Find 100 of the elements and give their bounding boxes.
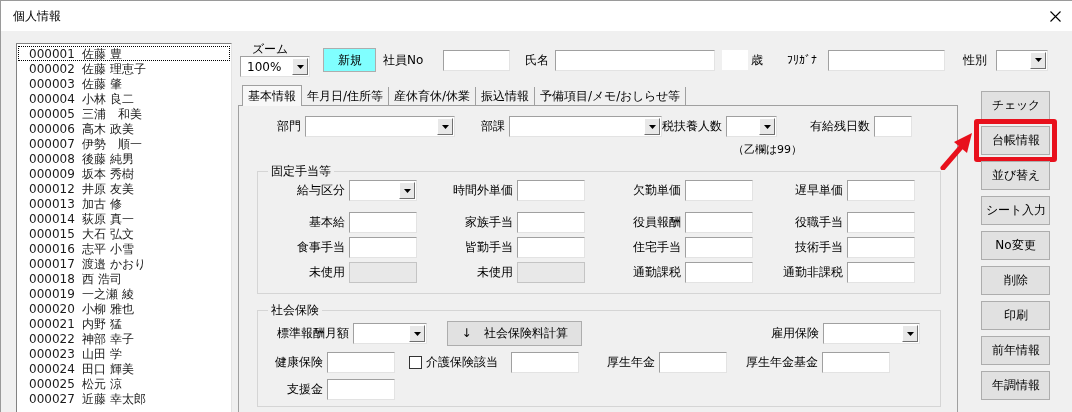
text-field[interactable] (847, 262, 915, 283)
list-item[interactable]: 000006 高木 政美 (18, 121, 230, 136)
side-button[interactable]: 年調情報 (981, 371, 1050, 400)
list-item[interactable]: 000009 坂本 秀樹 (18, 166, 230, 181)
list-item[interactable]: 000020 小柳 雅也 (18, 301, 230, 316)
field-label: 遅早単価 (794, 182, 844, 199)
field-label: 時間外単価 (452, 182, 514, 199)
new-button[interactable]: 新規 (323, 48, 376, 72)
field-label: 家族手当 (464, 214, 514, 231)
field-label: ﾌﾘｶﾞﾅ (787, 53, 818, 67)
text-field[interactable] (555, 49, 715, 71)
list-item[interactable]: 000016 志平 小雪 (18, 241, 230, 256)
text-field[interactable] (349, 237, 417, 258)
field-label: 部門 (276, 118, 302, 135)
side-button[interactable]: 前年情報 (981, 336, 1050, 365)
side-button[interactable]: 印刷 (981, 301, 1050, 330)
field-label: 技術手当 (794, 239, 844, 256)
calculate-button[interactable]: ↓ 社会保険料計算 (447, 321, 582, 346)
tab[interactable]: 基本情報 (242, 85, 302, 106)
field-label: 性別 (963, 51, 988, 69)
text-field[interactable] (517, 212, 585, 233)
field-label: 欠勤単価 (632, 182, 682, 199)
list-item[interactable]: 000013 加古 修 (18, 196, 230, 211)
side-button[interactable]: 削除 (981, 266, 1050, 295)
list-item[interactable]: 000022 神部 幸子 (18, 331, 230, 346)
field-label: 歳 (751, 51, 763, 69)
list-item[interactable]: 000015 大石 弘文 (18, 226, 230, 241)
field-label: 通勤課税 (632, 264, 682, 281)
list-item[interactable]: 000019 一之瀬 綾 (18, 286, 230, 301)
caret-icon (413, 331, 421, 336)
list-item[interactable]: 000018 西 浩司 (18, 271, 230, 286)
text-field[interactable] (828, 49, 945, 71)
list-item[interactable]: 000012 井原 友美 (18, 181, 230, 196)
dropdown[interactable] (349, 180, 417, 201)
checkbox-label: 介護保険該当 (426, 354, 498, 371)
list-item[interactable]: 000014 荻原 真一 (18, 211, 230, 226)
text-field[interactable] (847, 237, 915, 258)
text-field[interactable] (685, 212, 753, 233)
text-field[interactable] (685, 262, 753, 283)
list-item[interactable]: 000008 後藤 純男 (18, 151, 230, 166)
list-item[interactable]: 000002 佐藤 理恵子 (18, 61, 230, 76)
list-item[interactable]: 000004 小林 良二 (18, 91, 230, 106)
text-field[interactable] (327, 352, 395, 373)
text-field[interactable] (327, 379, 395, 400)
field-label: 未使用 (308, 264, 346, 281)
dropdown[interactable]: 100% (240, 56, 310, 77)
field-label: 役員報酬 (632, 214, 682, 231)
field-label: 氏名 (525, 51, 550, 69)
caret-icon (441, 124, 449, 129)
field-label: 厚生年金 (606, 354, 656, 371)
field-label: 税扶養人数 (662, 118, 723, 135)
list-item[interactable]: 000007 伊勢 順一 (18, 136, 230, 151)
list-item[interactable]: 000021 内野 猛 (18, 316, 230, 331)
field-label: 通勤非課税 (782, 264, 844, 281)
text-field[interactable] (847, 212, 915, 233)
dropdown[interactable] (305, 116, 455, 137)
text-field[interactable] (874, 116, 912, 137)
text-field[interactable] (517, 180, 585, 201)
caret-icon (403, 188, 411, 193)
text-field[interactable] (822, 352, 890, 373)
side-button[interactable]: 並び替え (981, 161, 1050, 190)
group-title: 社会保険 (270, 302, 320, 319)
text-field[interactable] (685, 237, 753, 258)
checkbox[interactable] (409, 356, 422, 369)
side-button[interactable]: No変更 (981, 231, 1050, 260)
text-field[interactable] (443, 49, 510, 71)
field-label: 給与区分 (296, 182, 346, 199)
list-item[interactable]: 000023 山田 学 (18, 346, 230, 361)
field-label: 社員No (383, 51, 425, 69)
close-icon[interactable] (1050, 10, 1061, 22)
side-button[interactable]: シート入力 (981, 196, 1050, 225)
field-label: 健康保険 (274, 354, 324, 371)
list-item[interactable]: 000027 近藤 幸太郎 (18, 391, 230, 406)
list-item[interactable]: 000001 佐藤 豊 (18, 46, 230, 61)
field-label: 未使用 (476, 264, 514, 281)
side-button[interactable]: チェック (981, 91, 1050, 120)
list-item[interactable]: 000005 三浦 和美 (18, 106, 230, 121)
list-item[interactable]: 000017 渡邉 かおり (18, 256, 230, 271)
caret-icon (763, 124, 771, 129)
text-field[interactable] (517, 237, 585, 258)
text-field[interactable] (685, 180, 753, 201)
caret-icon (296, 64, 304, 69)
list-item[interactable]: 000003 佐藤 肇 (18, 76, 230, 91)
caret-icon (648, 124, 656, 129)
field-label: 皆勤手当 (464, 239, 514, 256)
dropdown[interactable] (509, 116, 662, 137)
side-button[interactable]: 台帳情報 (981, 126, 1050, 155)
text-field[interactable] (349, 212, 417, 233)
list-item[interactable]: 000025 松元 涼 (18, 376, 230, 391)
list-item[interactable]: 000024 田口 輝美 (18, 361, 230, 376)
dropdown[interactable] (726, 116, 777, 137)
text-field[interactable] (847, 180, 915, 201)
dropdown[interactable] (996, 49, 1048, 71)
text-field[interactable] (659, 352, 727, 373)
field-label: 役職手当 (794, 214, 844, 231)
dropdown[interactable] (353, 323, 427, 344)
dropdown[interactable] (823, 323, 920, 344)
text-field[interactable] (511, 352, 579, 373)
zoom-label: ズーム (251, 43, 289, 56)
window-title: 個人情報 (13, 7, 62, 25)
